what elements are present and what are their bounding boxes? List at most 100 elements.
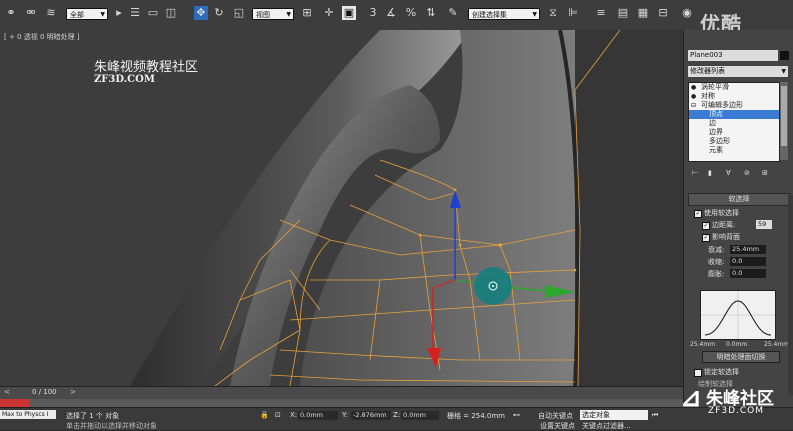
main-toolbar: ⚭ ⚮ ≋ 全部 ▼ ▸ ☰ ▭ ◫ ✥ ↻ ◱ 视图 ▼ ⊞ ✛ ▣ 3 ∡ % … — [0, 0, 793, 36]
lock-soft-selection-label: 锁定软选择 — [704, 368, 739, 376]
material-editor-icon[interactable]: ◉ — [680, 6, 694, 20]
edge-distance-checkbox[interactable]: ✓ — [702, 222, 710, 230]
object-name-field[interactable]: Plane003 — [688, 50, 778, 61]
stack-item-border[interactable]: 边界 — [689, 128, 779, 137]
frame-counter: 0 / 100 — [32, 388, 57, 396]
track-bar[interactable] — [0, 399, 683, 407]
bubble-label: 膨胀: — [708, 270, 725, 278]
maxscript-listener[interactable]: Max to Physcs I — [0, 410, 56, 419]
time-slider[interactable]: < 0 / 100 > — [0, 386, 683, 400]
shade-face-toggle-button[interactable]: 明暗处理面切换 — [702, 351, 780, 363]
pivot-center-icon[interactable]: ⊞ — [300, 6, 314, 20]
stack-scrollbar[interactable] — [780, 82, 788, 160]
pin-stack-icon[interactable]: ⊢ — [692, 169, 698, 177]
soft-selection-rollout[interactable]: 软选择 — [688, 193, 790, 206]
select-object-icon[interactable]: ▸ — [112, 6, 126, 20]
stack-item-symmetry[interactable]: ● 对称 — [689, 92, 779, 101]
edit-named-sel-icon[interactable]: ✎ — [446, 6, 460, 20]
watermark-url: ZF3D.COM — [94, 74, 155, 85]
key-mode-select[interactable]: 选定对象 — [580, 410, 648, 420]
add-time-tag-icon[interactable]: ⊷ — [513, 411, 520, 419]
percent-snap-icon[interactable]: % — [404, 6, 418, 20]
perspective-viewport[interactable]: [ + 0 透视 0 明暗处理 ] 朱峰视频教程社区 ZF3D.COM — [0, 30, 683, 386]
mirror-icon[interactable]: ⧖ — [546, 6, 560, 20]
show-end-result-icon[interactable]: ▮ — [708, 169, 712, 177]
select-move-icon[interactable]: ✥ — [194, 6, 208, 20]
viewport-label[interactable]: [ + 0 透视 0 明暗处理 ] — [4, 32, 80, 42]
select-rotate-icon[interactable]: ↻ — [212, 6, 226, 20]
select-scale-icon[interactable]: ◱ — [232, 6, 246, 20]
lock-soft-selection-checkbox[interactable] — [694, 369, 702, 377]
curve-mid-label: 0.0mm — [726, 341, 748, 348]
z-label: Z: — [393, 411, 401, 419]
bottom-watermark-logo: ⊿ 朱峰社区 ZF3D.COM — [680, 383, 774, 416]
stack-item-vertex[interactable]: 顶点 — [689, 110, 779, 119]
object-color-swatch[interactable] — [780, 51, 789, 60]
falloff-spinner[interactable]: 25.4mm — [730, 245, 766, 254]
modifier-list-select[interactable]: 修改器列表 ▼ — [688, 66, 788, 77]
key-filters-button[interactable]: 关键点过滤器... — [582, 421, 631, 431]
status-bar: Max to Physcs I 选择了 1 个 对象 单击并拖动以选择并移动对象… — [0, 407, 793, 430]
select-manipulate-icon[interactable]: ✛ — [322, 6, 336, 20]
y-coord-field[interactable]: -2.876mm — [351, 411, 391, 420]
window-crossing-icon[interactable]: ◫ — [164, 6, 178, 20]
snap-toggle-icon[interactable]: 3 — [366, 6, 380, 20]
set-key-label[interactable]: 设置关键点 — [540, 421, 575, 431]
schematic-view-icon[interactable]: ⊟ — [656, 6, 670, 20]
edge-distance-spinner[interactable]: 59 — [756, 220, 772, 229]
status-prompt: 选择了 1 个 对象 — [66, 412, 120, 420]
curve-right-label: 25.4mm — [764, 341, 790, 348]
edge-distance-label: 边距离: — [712, 221, 736, 229]
y-label: Y: — [342, 411, 348, 419]
playhead-marker[interactable] — [0, 399, 30, 407]
stack-item-edge[interactable]: 边 — [689, 119, 779, 128]
bind-spacewarp-icon[interactable]: ≋ — [44, 6, 58, 20]
goto-start-icon[interactable]: ⏮ — [652, 411, 658, 420]
stack-item-turbosmooth[interactable]: ● 涡轮平滑 — [689, 83, 779, 92]
selection-filter-select[interactable]: 全部 ▼ — [66, 8, 108, 20]
rect-selection-icon[interactable]: ▭ — [146, 6, 160, 20]
watermark-title: 朱峰视频教程社区 — [94, 60, 199, 75]
command-panel: Plane003 修改器列表 ▼ ● 涡轮平滑 ● 对称 ⊟ 可编辑多边形 顶点 边 边… — [683, 30, 793, 407]
affect-backfacing-label: 影响背面 — [712, 233, 740, 241]
time-next-button[interactable]: > — [70, 388, 76, 396]
spinner-snap-icon[interactable]: ⇅ — [424, 6, 438, 20]
stack-item-polygon[interactable]: 多边形 — [689, 137, 779, 146]
x-label: X: — [290, 411, 298, 419]
select-by-name-icon[interactable]: ☰ — [128, 6, 142, 20]
keyboard-shortcut-icon[interactable]: ▣ — [342, 6, 356, 20]
zf-logo-icon: ⊿ — [680, 383, 702, 413]
modifier-stack[interactable]: ● 涡轮平滑 ● 对称 ⊟ 可编辑多边形 顶点 边 边界 多边形 元素 — [688, 82, 780, 162]
z-coord-field[interactable]: 0.0mm — [401, 411, 439, 420]
make-unique-icon[interactable]: ∀ — [726, 169, 731, 177]
layer-manager-icon[interactable]: ≡ — [594, 6, 608, 20]
named-selection-select[interactable]: 创建选择集 ▼ — [468, 8, 540, 20]
absolute-mode-icon[interactable]: ⊡ — [275, 411, 281, 419]
link-icon[interactable]: ⚭ — [4, 6, 18, 20]
align-icon[interactable]: ⊫ — [566, 6, 580, 20]
reference-coord-select[interactable]: 视图 ▼ — [252, 8, 294, 20]
time-prev-button[interactable]: < — [4, 388, 10, 396]
falloff-label: 衰减: — [708, 246, 725, 254]
remove-modifier-icon[interactable]: ⊘ — [744, 169, 750, 177]
panel-scrollbar[interactable] — [788, 195, 793, 395]
stack-item-element[interactable]: 元素 — [689, 146, 779, 155]
graphite-tools-icon[interactable]: ▤ — [616, 6, 630, 20]
grid-size-label: 栅格 = 254.0mm — [447, 412, 505, 420]
autokey-label[interactable]: 自动关键点 — [538, 411, 573, 421]
stack-toolbar: ⊢ ▮ ∀ ⊘ ⊞ — [688, 167, 788, 179]
stack-item-editable-poly[interactable]: ⊟ 可编辑多边形 — [689, 101, 779, 110]
lock-selection-icon[interactable]: 🔒 — [260, 411, 269, 419]
angle-snap-icon[interactable]: ∡ — [384, 6, 398, 20]
falloff-curve-graph — [700, 290, 776, 340]
pinch-label: 收缩: — [708, 258, 725, 266]
unlink-icon[interactable]: ⚮ — [24, 6, 38, 20]
curve-editor-icon[interactable]: ▦ — [636, 6, 650, 20]
affect-backfacing-checkbox[interactable]: ✓ — [702, 234, 710, 242]
configure-sets-icon[interactable]: ⊞ — [762, 169, 768, 177]
pinch-spinner[interactable]: 0.0 — [730, 257, 766, 266]
use-soft-selection-checkbox[interactable]: ✓ — [694, 210, 702, 218]
curve-left-label: 25.4mm — [690, 341, 716, 348]
x-coord-field[interactable]: 0.0mm — [298, 411, 338, 420]
bubble-spinner[interactable]: 0.0 — [730, 269, 766, 278]
